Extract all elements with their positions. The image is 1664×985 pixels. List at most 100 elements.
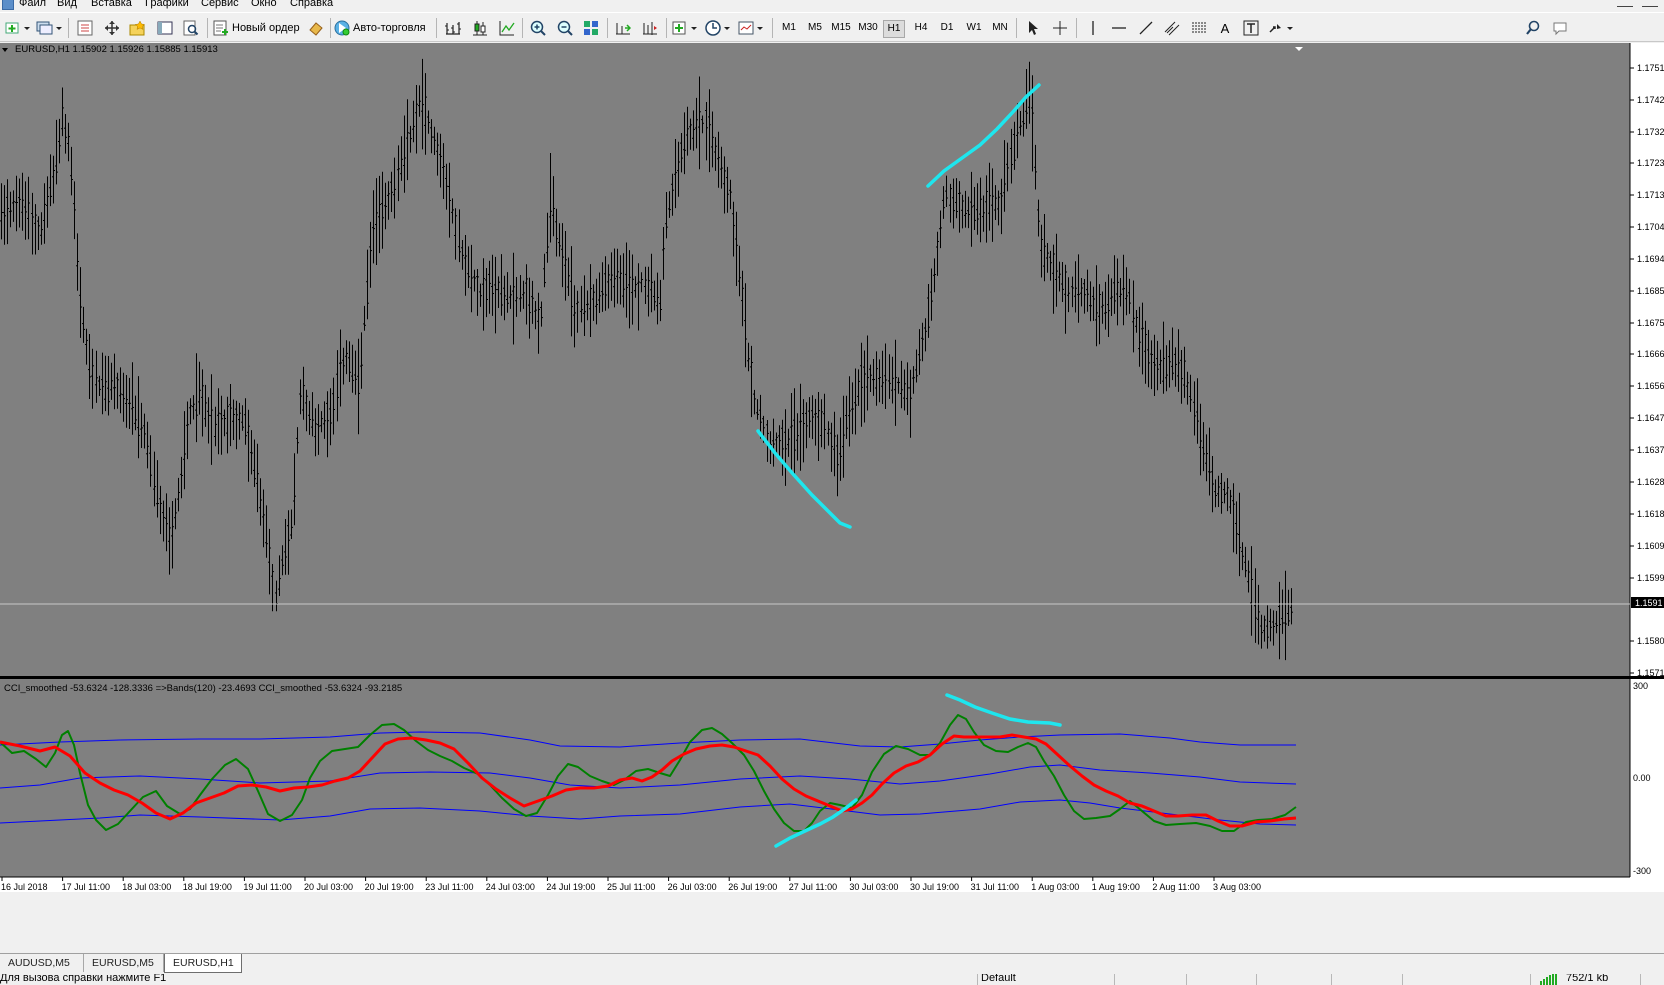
indicator-header: CCI_smoothed -53.6324 -128.3336 =>Bands(… xyxy=(4,683,402,694)
indicator-tick-bottom: -300 xyxy=(1633,866,1651,876)
price-tick-label: 1.1751 xyxy=(1637,63,1664,73)
new-chart-button[interactable] xyxy=(4,18,32,38)
zoom-in-button[interactable] xyxy=(527,18,549,38)
search-button[interactable] xyxy=(1522,18,1544,38)
profiles-button[interactable] xyxy=(34,18,64,38)
price-tick-label: 1.1713 xyxy=(1637,190,1664,200)
new-order-icon xyxy=(213,20,228,36)
candlestick-button[interactable] xyxy=(469,18,491,38)
timeframe-h4-button[interactable]: H4 xyxy=(910,20,932,36)
favorites-button[interactable] xyxy=(127,18,149,38)
status-help-text: Для вызова справки нажмите F1 xyxy=(0,974,167,984)
autotrading-label: Авто-торговля xyxy=(353,22,426,34)
date-tick-label: 25 Jul 11:00 xyxy=(607,882,655,892)
new-order-button[interactable]: Новый ордер xyxy=(213,18,303,38)
price-panel-background xyxy=(0,43,1630,676)
horizontal-line-button[interactable] xyxy=(1108,18,1130,38)
price-tick-label: 1.1628 xyxy=(1637,477,1664,487)
timeframe-m1-button[interactable]: M1 xyxy=(778,20,800,36)
chat-button[interactable] xyxy=(1549,18,1571,38)
market-watch-icon xyxy=(77,20,93,36)
equidistant-channel-button[interactable] xyxy=(1161,18,1183,38)
line-chart-button[interactable] xyxy=(496,18,518,38)
timeframe-w1-button[interactable]: W1 xyxy=(963,20,985,36)
date-tick-label: 18 Jul 19:00 xyxy=(183,882,232,892)
menu-charts[interactable]: Графики xyxy=(145,0,189,10)
chart-tabs: AUDUSD,M5 EURUSD,M5 EURUSD,H1 xyxy=(0,953,1664,974)
vertical-line-button[interactable] xyxy=(1082,18,1104,38)
price-tick-label: 1.1656 xyxy=(1637,381,1664,391)
price-tick-label: 1.1580 xyxy=(1637,636,1664,646)
date-tick-label: 2 Aug 11:00 xyxy=(1152,882,1199,892)
trendline-button[interactable] xyxy=(1135,18,1157,38)
tab-eurusd-h1[interactable]: EURUSD,H1 xyxy=(164,954,242,973)
minimize-icon[interactable] xyxy=(1616,0,1633,7)
fibonacci-button[interactable] xyxy=(1188,18,1210,38)
chart-window[interactable]: 1.1751 1.1742 1.1732 1.1723 1.1713 1.1704 1.16… xyxy=(0,43,1664,952)
metaeditor-button[interactable] xyxy=(306,18,326,38)
auto-scroll-button[interactable] xyxy=(612,18,634,38)
market-watch-button[interactable] xyxy=(74,18,96,38)
templates-button[interactable] xyxy=(737,18,767,38)
window-icon xyxy=(157,21,173,35)
status-bar: Для вызова справки нажмите F1 Default 75… xyxy=(0,974,1664,985)
autotrading-button[interactable]: Авто-торговля xyxy=(334,18,432,38)
panel-separator[interactable] xyxy=(0,676,1664,679)
timeframe-m30-button[interactable]: M30 xyxy=(857,20,879,36)
zoom-out-icon xyxy=(557,20,573,36)
restore-icon[interactable] xyxy=(1642,0,1658,7)
text-label-button[interactable] xyxy=(1240,18,1262,38)
app-icon xyxy=(2,0,14,10)
date-tick-label: 30 Jul 03:00 xyxy=(849,882,898,892)
timeframe-d1-button[interactable]: D1 xyxy=(936,20,958,36)
status-profile[interactable]: Default xyxy=(981,974,1016,985)
navigator-icon xyxy=(105,21,119,35)
chart-shift-button[interactable] xyxy=(639,18,661,38)
text-tool-button[interactable]: A xyxy=(1214,18,1236,38)
crosshair-button[interactable] xyxy=(1049,18,1071,38)
menu-window[interactable]: Окно xyxy=(251,0,277,10)
timeframe-h1-button[interactable]: H1 xyxy=(883,20,905,38)
tab-eurusd-m5[interactable]: EURUSD,M5 xyxy=(84,954,164,972)
date-tick-label: 18 Jul 03:00 xyxy=(122,882,171,892)
menu-view[interactable]: Вид xyxy=(57,0,77,10)
tile-windows-icon xyxy=(584,21,598,35)
timeframe-mn-button[interactable]: MN xyxy=(989,20,1011,36)
indicator-tick-top: 300 xyxy=(1633,681,1648,691)
timeframe-m5-button[interactable]: M5 xyxy=(804,20,826,36)
auto-scroll-icon xyxy=(616,23,631,35)
search-icon xyxy=(1526,20,1540,35)
terminal-button[interactable] xyxy=(154,18,176,38)
tile-windows-button[interactable] xyxy=(580,18,602,38)
zoom-out-button[interactable] xyxy=(554,18,576,38)
price-tick-label: 1.1666 xyxy=(1637,349,1664,359)
date-tick-label: 30 Jul 19:00 xyxy=(910,882,959,892)
date-tick-label: 20 Jul 03:00 xyxy=(304,882,353,892)
tester-button[interactable] xyxy=(180,18,202,38)
price-tick-label: 1.1694 xyxy=(1637,254,1664,264)
price-tick-label: 1.1685 xyxy=(1637,286,1664,296)
timeframe-m15-button[interactable]: M15 xyxy=(830,20,852,36)
navigator-button[interactable] xyxy=(101,18,123,38)
menu-tools[interactable]: Сервис xyxy=(201,0,239,10)
bar-chart-button[interactable] xyxy=(442,18,464,38)
tab-audusd-m5[interactable]: AUDUSD,M5 xyxy=(0,954,84,972)
indicator-tick-zero: 0.00 xyxy=(1633,773,1651,783)
date-tick-label: 16 Jul 2018 xyxy=(1,882,48,892)
arrows-button[interactable] xyxy=(1267,18,1297,38)
date-tick-label: 1 Aug 03:00 xyxy=(1031,882,1079,892)
chat-icon xyxy=(1553,22,1567,36)
date-tick-label: 26 Jul 03:00 xyxy=(668,882,717,892)
indicators-button[interactable] xyxy=(671,18,701,38)
price-chart[interactable]: 1.1751 1.1742 1.1732 1.1723 1.1713 1.1704 1.16… xyxy=(0,43,1664,952)
date-tick-label: 1 Aug 19:00 xyxy=(1092,882,1140,892)
cursor-button[interactable] xyxy=(1022,18,1044,38)
menu-insert[interactable]: Вставка xyxy=(91,0,132,10)
date-tick-label: 26 Jul 19:00 xyxy=(728,882,777,892)
menu-help[interactable]: Справка xyxy=(290,0,333,10)
zoom-in-icon xyxy=(530,20,546,36)
periods-button[interactable] xyxy=(704,18,734,38)
menu-file[interactable]: Файл xyxy=(19,0,46,10)
editor-icon xyxy=(309,22,323,36)
date-tick-label: 24 Jul 03:00 xyxy=(486,882,535,892)
